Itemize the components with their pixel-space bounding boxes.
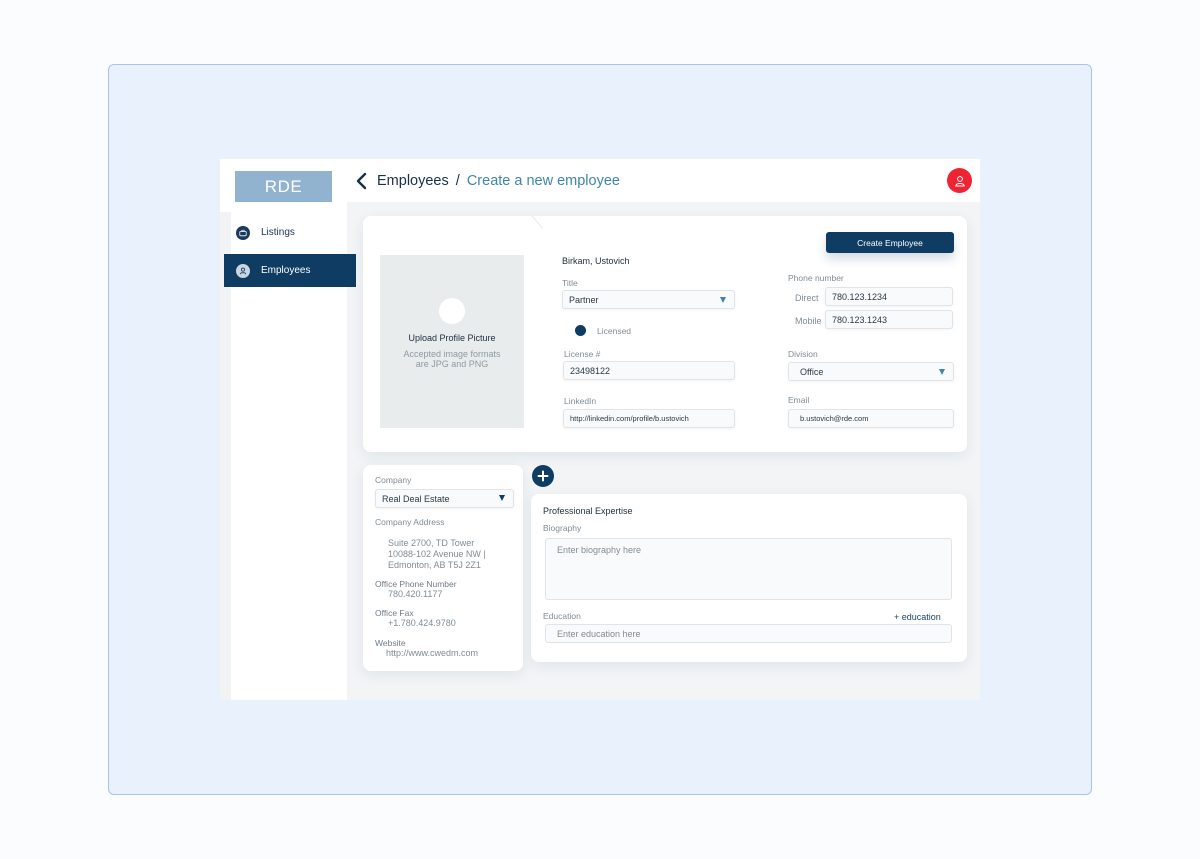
office-fax-value: +1.780.424.9780 [388,618,456,628]
sidebar-item-listings[interactable]: Listings [224,216,356,249]
chevron-left-icon[interactable] [355,172,369,190]
breadcrumb-current: Create a new employee [466,173,620,189]
license-label: License # [564,349,601,359]
expertise-card: Professional Expertise Biography Enter b… [531,494,967,662]
office-phone-label: Office Phone Number [375,579,457,589]
license-input[interactable]: 23498122 [563,361,735,380]
linkedin-input[interactable]: http://linkedin.com/profile/b.ustovich [563,409,735,428]
expertise-section-title: Professional Expertise [543,506,633,516]
licensed-label: Licensed [597,326,632,336]
upload-title: Upload Profile Picture [408,333,496,343]
email-label: Email [788,395,810,405]
upload-hint: Accepted image formats are JPG and PNG [403,349,501,369]
direct-phone-value: 780.123.1234 [832,291,888,302]
chevron-down-icon [499,495,505,501]
mobile-phone-input[interactable]: 780.123.1243 [825,310,953,329]
mobile-phone-value: 780.123.1243 [832,314,888,325]
website-value[interactable]: http://www.cwedm.com [386,648,478,659]
user-icon [236,263,250,278]
breadcrumb-separator: / [455,173,460,189]
license-input-value: 23498122 [570,365,611,376]
card-tab-edge [531,216,543,230]
website-label: Website [375,638,406,648]
briefcase-icon [236,225,250,240]
add-section-button[interactable] [532,465,554,487]
company-card: Company Real Deal Estate Company Address… [363,465,523,671]
sidebar-item-label: Listings [261,227,295,238]
avatar[interactable] [947,168,972,193]
company-address-line1: Suite 2700, TD Tower [388,538,475,548]
biography-textarea[interactable]: Enter biography here [545,538,952,600]
biography-label: Biography [543,523,582,533]
office-fax-label: Office Fax [375,608,414,618]
breadcrumb-root[interactable]: Employees [377,173,449,189]
company-label: Company [375,475,412,485]
app-window: RDE Listings Employees Employees / Creat… [220,159,980,700]
direct-phone-input[interactable]: 780.123.1234 [825,287,953,306]
company-select-value: Real Deal Estate [382,493,450,504]
employee-name: Birkam, Ustovich [562,256,630,266]
division-select[interactable]: Office [788,362,954,381]
division-select-value: Office [800,366,824,377]
plus-icon [537,470,549,482]
direct-label: Direct [795,293,819,303]
chevron-down-icon [720,297,726,303]
title-select-value: Partner [569,294,599,305]
mobile-label: Mobile [795,316,822,326]
upload-placeholder-icon [439,298,465,324]
education-placeholder: Enter education here [557,629,641,639]
add-education-link[interactable]: + education [894,612,941,622]
education-label: Education [543,611,581,621]
create-employee-button[interactable]: Create Employee [826,232,954,253]
user-icon [954,175,965,186]
phone-number-label: Phone number [788,273,844,283]
chevron-down-icon [939,369,945,375]
office-phone-value: 780.420.1177 [388,589,443,599]
company-address-label: Company Address [375,517,445,527]
sidebar-item-label: Employees [261,265,311,276]
breadcrumb: Employees / Create a new employee [377,173,620,189]
company-select[interactable]: Real Deal Estate [375,489,514,508]
title-select[interactable]: Partner [562,290,735,309]
email-input[interactable]: b.ustovich@rde.com [788,409,954,428]
education-input[interactable]: Enter education here [545,624,952,643]
email-input-value: b.ustovich@rde.com [800,414,869,423]
page-header: Employees / Create a new employee [347,159,980,202]
sidebar-item-employees[interactable]: Employees [224,254,356,287]
upload-profile-picture[interactable]: Upload Profile Picture Accepted image fo… [380,255,524,428]
company-address-line3: Edmonton, AB T5J 2Z1 [388,560,481,570]
logo: RDE [235,171,332,202]
linkedin-input-value: http://linkedin.com/profile/b.ustovich [570,414,689,423]
biography-placeholder: Enter biography here [557,545,642,555]
title-label: Title [562,278,578,288]
linkedin-label: LinkedIn [564,396,597,406]
licensed-radio[interactable] [575,325,586,336]
company-address-line2: 10088-102 Avenue NW | [388,549,486,559]
division-label: Division [788,349,818,359]
